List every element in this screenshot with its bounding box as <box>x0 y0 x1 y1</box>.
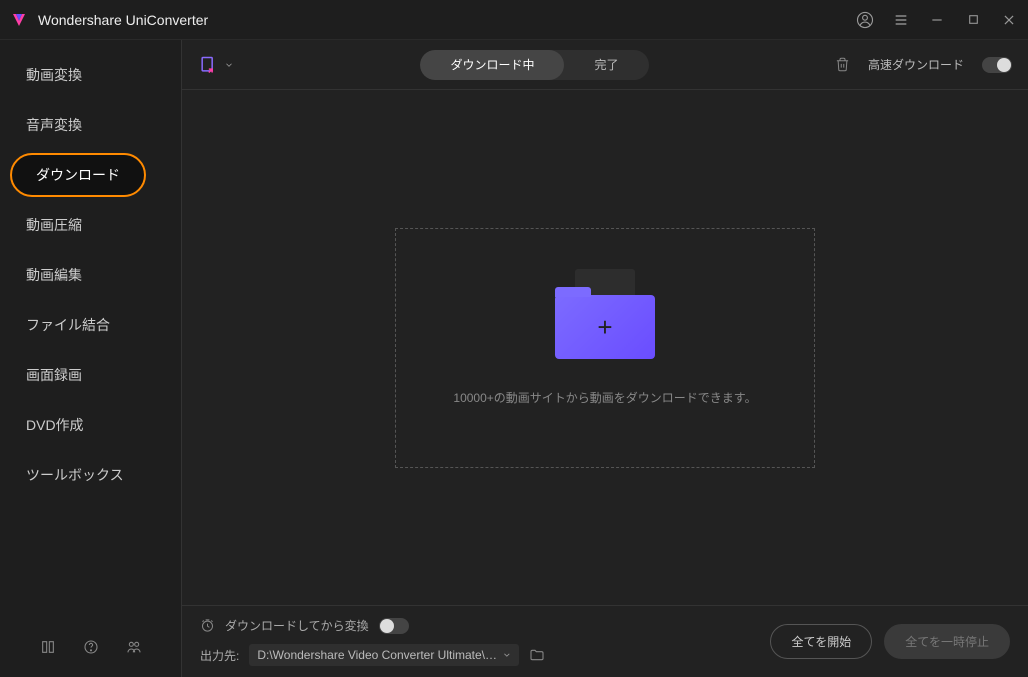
community-icon[interactable] <box>126 639 142 655</box>
help-icon[interactable] <box>83 639 99 655</box>
sidebar-item-edit[interactable]: 動画編集 <box>0 250 181 300</box>
content-area: + 10000+の動画サイトから動画をダウンロードできます。 <box>182 90 1028 605</box>
titlebar: Wondershare UniConverter <box>0 0 1028 40</box>
tab-completed[interactable]: 完了 <box>564 50 648 80</box>
tutorial-icon[interactable] <box>40 639 56 655</box>
sidebar-nav: 動画変換 音声変換 ダウンロード 動画圧縮 動画編集 ファイル結合 画面録画 D… <box>0 40 181 627</box>
tab-label: 完了 <box>594 56 618 73</box>
sidebar-item-label: 動画編集 <box>26 265 82 285</box>
sidebar-item-label: 画面録画 <box>26 365 82 385</box>
app-logo-icon <box>10 11 28 29</box>
button-label: 全てを一時停止 <box>905 635 989 649</box>
sidebar-item-label: 動画圧縮 <box>26 215 82 235</box>
sidebar-item-label: ダウンロード <box>10 153 146 197</box>
sidebar-item-label: 音声変換 <box>26 115 82 135</box>
plus-icon: + <box>597 312 612 343</box>
main-panel: ダウンロード中 完了 高速ダウンロード + 10000+の動画サイトから動画をダ… <box>182 40 1028 677</box>
sidebar-item-toolbox[interactable]: ツールボックス <box>0 450 181 500</box>
speed-download-label: 高速ダウンロード <box>868 56 964 73</box>
pause-all-button[interactable]: 全てを一時停止 <box>884 624 1010 659</box>
tab-label: ダウンロード中 <box>450 56 534 73</box>
app-title: Wondershare UniConverter <box>38 12 856 28</box>
menu-icon[interactable] <box>892 11 910 29</box>
sidebar: 動画変換 音声変換 ダウンロード 動画圧縮 動画編集 ファイル結合 画面録画 D… <box>0 40 182 677</box>
add-folder-icon: + <box>555 289 655 359</box>
footer: ダウンロードしてから変換 出力先: D:\Wondershare Video C… <box>182 605 1028 677</box>
trash-icon[interactable] <box>835 57 850 72</box>
paste-url-icon[interactable] <box>198 55 218 75</box>
output-path-select[interactable]: D:\Wondershare Video Converter Ultimate\… <box>249 644 519 666</box>
sidebar-item-dvd[interactable]: DVD作成 <box>0 400 181 450</box>
button-label: 全てを開始 <box>791 635 851 649</box>
tab-downloading[interactable]: ダウンロード中 <box>420 50 564 80</box>
close-icon[interactable] <box>1000 11 1018 29</box>
sidebar-item-video-convert[interactable]: 動画変換 <box>0 50 181 100</box>
output-label: 出力先: <box>200 647 239 664</box>
output-path-value: D:\Wondershare Video Converter Ultimate\… <box>257 648 501 662</box>
sidebar-item-label: DVD作成 <box>26 415 84 435</box>
convert-after-download-label: ダウンロードしてから変換 <box>225 617 369 634</box>
sidebar-item-label: ファイル結合 <box>26 315 110 335</box>
sidebar-item-label: 動画変換 <box>26 65 82 85</box>
sidebar-item-label: ツールボックス <box>26 465 124 485</box>
sidebar-item-merge[interactable]: ファイル結合 <box>0 300 181 350</box>
sidebar-item-record[interactable]: 画面録画 <box>0 350 181 400</box>
maximize-icon[interactable] <box>964 11 982 29</box>
chevron-down-icon <box>502 650 512 660</box>
dropzone-text: 10000+の動画サイトから動画をダウンロードできます。 <box>453 389 756 406</box>
chevron-down-icon[interactable] <box>224 60 234 70</box>
schedule-icon[interactable] <box>200 618 215 633</box>
account-icon[interactable] <box>856 11 874 29</box>
open-folder-icon[interactable] <box>529 647 545 663</box>
convert-after-toggle[interactable] <box>379 618 409 634</box>
dropzone[interactable]: + 10000+の動画サイトから動画をダウンロードできます。 <box>395 228 815 468</box>
toolbar: ダウンロード中 完了 高速ダウンロード <box>182 40 1028 90</box>
start-all-button[interactable]: 全てを開始 <box>770 624 872 659</box>
sidebar-item-audio-convert[interactable]: 音声変換 <box>0 100 181 150</box>
minimize-icon[interactable] <box>928 11 946 29</box>
sidebar-item-download[interactable]: ダウンロード <box>0 150 181 200</box>
speed-toggle[interactable] <box>982 57 1012 73</box>
tab-group: ダウンロード中 完了 <box>420 50 648 80</box>
sidebar-item-compress[interactable]: 動画圧縮 <box>0 200 181 250</box>
